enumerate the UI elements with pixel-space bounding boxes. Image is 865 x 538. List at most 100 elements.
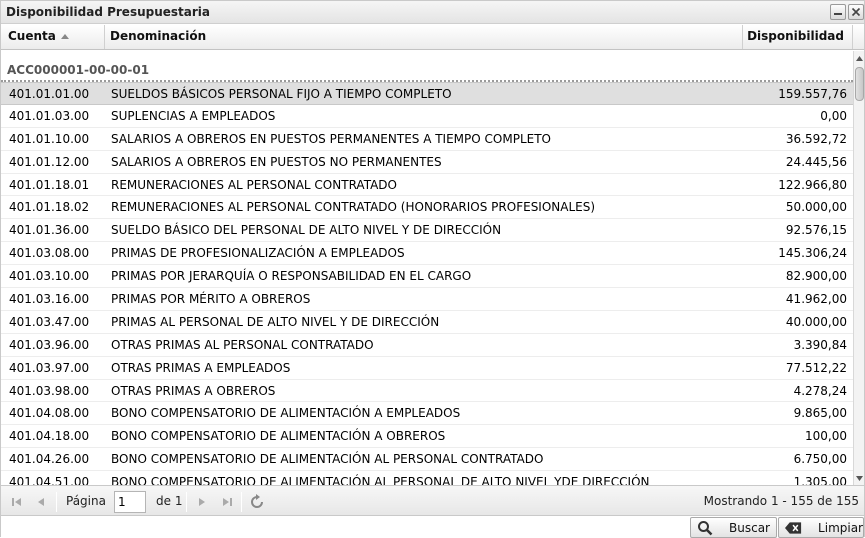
close-button[interactable] — [848, 4, 864, 20]
cell-denominacion: PRIMAS DE PROFESIONALIZACIÓN A EMPLEADOS — [111, 246, 405, 261]
table-row[interactable]: 401.01.03.00 SUPLENCIAS A EMPLEADOS 0,00 — [1, 105, 853, 128]
pager-display-info: Mostrando 1 - 155 de 155 — [703, 494, 859, 508]
table-row[interactable]: 401.04.26.00 BONO COMPENSATORIO DE ALIMEN… — [1, 448, 853, 472]
last-page-icon — [223, 498, 232, 506]
pager-separator — [186, 492, 187, 512]
table-row[interactable]: 401.04.51.00 BONO COMPENSATORIO DE ALIMEN… — [1, 471, 853, 485]
column-header-disponibilidad-label: Disponibilidad — [747, 29, 844, 43]
next-page-button[interactable] — [193, 493, 211, 511]
search-button[interactable]: Buscar — [690, 517, 777, 538]
last-page-button[interactable] — [218, 493, 236, 511]
minimize-button[interactable] — [830, 4, 846, 20]
scroll-up-icon — [856, 55, 863, 61]
clear-button[interactable]: Limpiar — [778, 517, 864, 538]
cell-cuenta: 401.01.36.00 — [9, 223, 90, 238]
cell-disponibilidad: 3.390,84 — [793, 337, 847, 352]
table-row[interactable]: 401.01.18.02 REMUNERACIONES AL PERSONAL C… — [1, 196, 853, 220]
eraser-icon — [785, 521, 802, 534]
next-page-icon — [199, 498, 205, 506]
page-of-label: de 1 — [156, 494, 183, 508]
availability-window: Disponibilidad Presupuestaria Cuenta Den… — [0, 0, 865, 538]
vertical-scrollbar[interactable] — [853, 51, 864, 485]
cell-denominacion: SUELDO BÁSICO DEL PERSONAL DE ALTO NIVEL… — [111, 223, 502, 238]
cell-disponibilidad: 82.900,00 — [785, 269, 847, 284]
sort-asc-icon — [60, 34, 69, 39]
table-row[interactable]: 401.01.18.01 REMUNERACIONES AL PERSONAL C… — [1, 174, 853, 197]
grid-header: Cuenta Denominación Disponibilidad — [1, 25, 864, 50]
page-number-input[interactable] — [114, 491, 146, 513]
cell-denominacion: SALARIOS A OBREROS EN PUESTOS NO PERMANE… — [111, 154, 442, 169]
cell-denominacion: REMUNERACIONES AL PERSONAL CONTRATADO — [111, 177, 397, 192]
cell-disponibilidad: 40.000,00 — [785, 314, 847, 329]
table-row[interactable]: 401.03.08.00 PRIMAS DE PROFESIONALIZACIÓN… — [1, 242, 853, 266]
page-label: Página — [66, 494, 106, 508]
column-header-cuenta[interactable]: Cuenta — [1, 25, 105, 49]
cell-disponibilidad: 0,00 — [820, 108, 847, 123]
cell-cuenta: 401.04.08.00 — [9, 406, 90, 421]
table-row[interactable]: 401.03.96.00 OTRAS PRIMAS AL PERSONAL CON… — [1, 334, 853, 357]
scroll-thumb[interactable] — [855, 67, 864, 101]
scroll-up-button[interactable] — [854, 51, 865, 65]
cell-disponibilidad: 50.000,00 — [785, 200, 847, 215]
refresh-button[interactable] — [248, 493, 266, 511]
clear-button-label: Limpiar — [818, 520, 863, 535]
table-row[interactable]: 401.03.98.00 OTRAS PRIMAS A OBREROS 4.278,… — [1, 380, 853, 403]
cell-denominacion: OTRAS PRIMAS AL PERSONAL CONTRATADO — [111, 337, 374, 352]
cell-denominacion: BONO COMPENSATORIO DE ALIMENTACIÓN A OBR… — [111, 429, 446, 444]
cell-cuenta: 401.03.98.00 — [9, 383, 90, 398]
table-row[interactable]: 401.01.10.00 SALARIOS A OBREROS EN PUESTO… — [1, 128, 853, 151]
cell-denominacion: OTRAS PRIMAS A EMPLEADOS — [111, 360, 291, 375]
prev-page-icon — [38, 498, 44, 506]
minimize-icon — [834, 13, 842, 15]
prev-page-button[interactable] — [32, 493, 50, 511]
cell-disponibilidad: 100,00 — [805, 429, 847, 444]
cell-denominacion: PRIMAS POR MÉRITO A OBREROS — [111, 292, 311, 307]
column-header-disponibilidad[interactable]: Disponibilidad — [743, 25, 853, 49]
action-bar: Buscar Limpiar — [1, 517, 864, 538]
cell-disponibilidad: 41.962,00 — [785, 292, 847, 307]
table-row[interactable]: 401.01.01.00 SUELDOS BÁSICOS PERSONAL FIJ… — [1, 82, 853, 105]
cell-disponibilidad: 6.750,00 — [793, 452, 847, 467]
search-button-label: Buscar — [729, 520, 770, 535]
cell-denominacion: BONO COMPENSATORIO DE ALIMENTACIÓN AL PE… — [111, 452, 544, 467]
cell-disponibilidad: 159.557,76 — [778, 87, 847, 101]
table-row[interactable]: 401.01.36.00 SUELDO BÁSICO DEL PERSONAL D… — [1, 219, 853, 243]
column-header-denominacion[interactable]: Denominación — [105, 25, 743, 49]
table-row[interactable]: 401.03.16.00 PRIMAS POR MÉRITO A OBREROS 4… — [1, 288, 853, 311]
group-header[interactable]: ACC000001-00-00-01 — [1, 51, 853, 82]
column-header-denominacion-label: Denominación — [110, 29, 207, 43]
table-row[interactable]: 401.03.47.00 PRIMAS AL PERSONAL DE ALTO N… — [1, 311, 853, 334]
cell-cuenta: 401.01.01.00 — [9, 87, 90, 101]
cell-cuenta: 401.01.03.00 — [9, 108, 90, 123]
cell-denominacion: PRIMAS AL PERSONAL DE ALTO NIVEL Y DE DI… — [111, 314, 440, 329]
scroll-down-button[interactable] — [854, 471, 865, 485]
cell-disponibilidad: 145.306,24 — [778, 246, 847, 261]
cell-cuenta: 401.04.18.00 — [9, 429, 90, 444]
cell-disponibilidad: 1.305,00 — [793, 475, 847, 485]
cell-disponibilidad: 4.278,24 — [793, 383, 847, 398]
cell-denominacion: SALARIOS A OBREROS EN PUESTOS PERMANENTE… — [111, 131, 551, 146]
grid-rows: 401.01.01.00 SUELDOS BÁSICOS PERSONAL FIJ… — [1, 82, 853, 485]
cell-cuenta: 401.01.18.02 — [9, 200, 90, 215]
first-page-icon — [12, 498, 21, 506]
grid-body: ACC000001-00-00-01 401.01.01.00 SUELDOS B… — [1, 51, 853, 485]
table-row[interactable]: 401.03.10.00 PRIMAS POR JERARQUÍA O RESPO… — [1, 265, 853, 289]
cell-cuenta: 401.03.96.00 — [9, 337, 90, 352]
refresh-icon — [251, 494, 263, 508]
scroll-down-icon — [856, 475, 863, 481]
window-titlebar[interactable]: Disponibilidad Presupuestaria — [1, 1, 864, 24]
cell-disponibilidad: 92.576,15 — [785, 223, 847, 238]
cell-cuenta: 401.01.12.00 — [9, 154, 90, 169]
cell-disponibilidad: 122.966,80 — [778, 177, 847, 192]
table-row[interactable]: 401.03.97.00 OTRAS PRIMAS A EMPLEADOS 77.5… — [1, 357, 853, 380]
cell-disponibilidad: 24.445,56 — [785, 154, 847, 169]
first-page-button[interactable] — [8, 493, 26, 511]
table-row[interactable]: 401.04.08.00 BONO COMPENSATORIO DE ALIMEN… — [1, 402, 853, 426]
cell-denominacion: SUPLENCIAS A EMPLEADOS — [111, 108, 276, 123]
pager-separator — [56, 492, 57, 512]
table-row[interactable]: 401.04.18.00 BONO COMPENSATORIO DE ALIMEN… — [1, 425, 853, 449]
column-header-cuenta-label: Cuenta — [8, 29, 56, 43]
cell-cuenta: 401.03.08.00 — [9, 246, 90, 261]
cell-cuenta: 401.03.97.00 — [9, 360, 90, 375]
table-row[interactable]: 401.01.12.00 SALARIOS A OBREROS EN PUESTO… — [1, 151, 853, 174]
